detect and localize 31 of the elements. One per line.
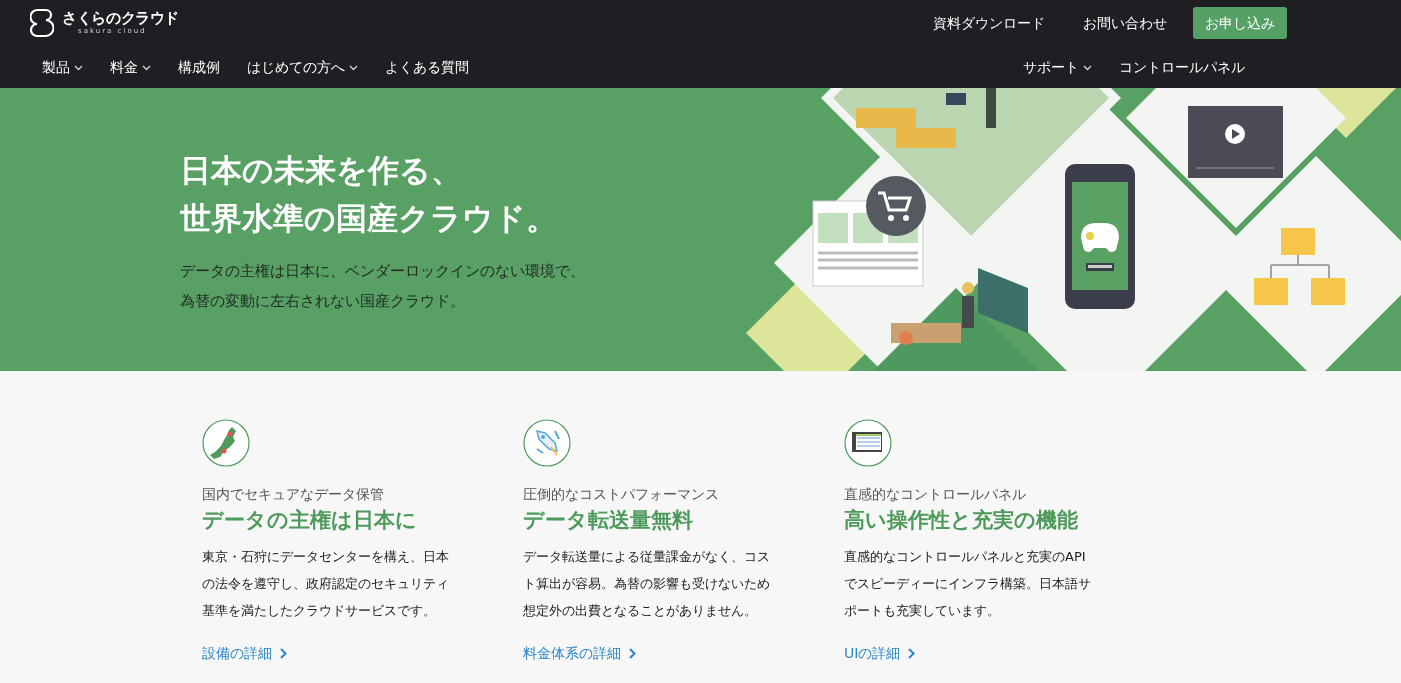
header-link[interactable]: 資料ダウンロード [933, 12, 1045, 34]
nav-link[interactable]: 構成例 [178, 56, 220, 78]
rocket-icon [523, 419, 571, 467]
feature-eyebrow: 圧倒的なコストパフォーマンス [523, 485, 719, 504]
logo-wordmark: さくらのクラウド [62, 11, 179, 26]
monitor-icon [844, 419, 892, 467]
detail-link[interactable]: UIの詳細 [844, 643, 916, 664]
feature-title: 高い操作性と充実の機能 [844, 507, 1078, 534]
feature-eyebrow: 直感的なコントロールパネル [844, 485, 1026, 504]
feature-eyebrow: 国内でセキュアなデータ保管 [202, 485, 384, 504]
feature-title: データの主権は日本に [202, 507, 417, 534]
map-icon [202, 419, 250, 467]
chevron-right-icon [908, 648, 916, 659]
nav-link[interactable]: 製品 [42, 56, 83, 78]
feature-description: データ転送量による従量課金がなく、コス ト算出が容易。為替の影響も受けないため 想定外の出費となることがありません。 [523, 548, 770, 620]
nav-link[interactable]: コントロールパネル [1119, 56, 1245, 78]
header-link[interactable]: お問い合わせ [1083, 12, 1167, 34]
chevron-right-icon [629, 648, 636, 659]
feature-description: 東京・石狩にデータセンターを構え、日本 の法令を遵守し、政府認定のセキュリティ 基準を満たしたクラウドサービスです。 [202, 548, 449, 620]
detail-link[interactable]: 設備の詳細 [202, 643, 287, 664]
nav-link[interactable]: はじめての方へ [247, 56, 358, 78]
cloud-logo-icon [30, 8, 54, 38]
feature-title: データ転送量無料 [523, 507, 693, 534]
detail-link[interactable]: 料金体系の詳細 [523, 643, 636, 664]
nav-link[interactable]: 料金 [110, 56, 151, 78]
chevron-right-icon [280, 648, 287, 659]
nav-link[interactable]: サポート [1023, 56, 1092, 78]
nav-link[interactable]: よくある質問 [385, 56, 469, 78]
hero-description: データの主権は日本に、ベンダーロックインのない環境で、 為替の変動に左右されない国産クラウド。 [180, 261, 585, 312]
feature-description: 直感的なコントロールパネルと充実のAPI でスピーディーにインフラ構築。日本語サ ポートも充実しています。 [844, 548, 1091, 620]
hero-title: 日本の未来を作る、 世界水準の国産クラウド。 [180, 151, 558, 238]
